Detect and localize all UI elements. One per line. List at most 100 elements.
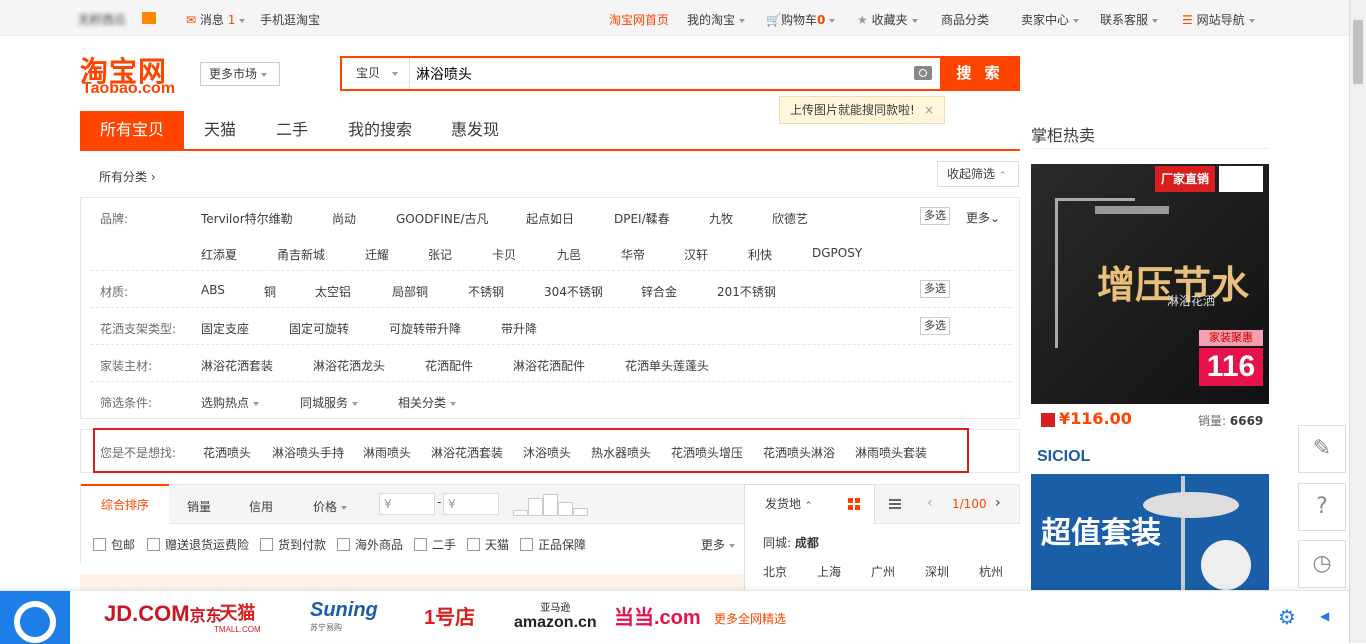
option-genuine[interactable]: 正品保障 [520,536,586,553]
local-service-dropdown[interactable]: 同城服务 [300,394,359,411]
related-category-dropdown[interactable]: 相关分类 [398,394,457,411]
amazon-link[interactable]: 亚马逊 amazon.cn [514,599,597,632]
option-tmall[interactable]: 天猫 [467,536,509,553]
same-city-row[interactable]: 同城: 成都 [763,534,819,551]
option-overseas[interactable]: 海外商品 [337,536,403,553]
city-option[interactable]: 北京 [763,563,787,580]
tmall-link[interactable]: 天猫 TMALL.COM [214,599,261,634]
customer-service-link[interactable]: 联系客服 [1100,11,1159,28]
filter-item[interactable]: 铜 [264,283,276,300]
tab-discover[interactable]: 惠发现 [442,111,508,149]
filter-item[interactable]: 淋浴花洒龙头 [313,357,385,374]
hot-picks-dropdown[interactable]: 选购热点 [201,394,260,411]
tab-secondhand[interactable]: 二手 [264,111,320,149]
suggestion-item[interactable]: 淋浴花洒套装 [431,444,503,461]
filter-item[interactable]: 淋浴花洒配件 [513,357,585,374]
yhd-link[interactable]: 1号店 [424,601,475,630]
tab-my-search[interactable]: 我的搜索 [340,111,420,149]
messages-link[interactable]: ✉ 消息 1 [186,11,246,28]
prev-page-icon[interactable]: ‹ [927,495,933,511]
history-clock-icon[interactable]: ◷ [1298,540,1346,588]
price-range-chart[interactable] [513,494,591,516]
mobile-taobao-link[interactable]: 手机逛淘宝 [260,11,320,28]
sort-default[interactable]: 综合排序 [81,484,169,525]
filter-item[interactable]: 欣德艺 [772,210,808,227]
settings-gear-icon[interactable]: ⚙ [1278,605,1296,629]
suggestion-item[interactable]: 花洒喷头 [203,444,251,461]
option-secondhand[interactable]: 二手 [414,536,456,553]
suning-link[interactable]: Suning 苏宁易购 [310,599,378,633]
filter-item[interactable]: 太空铝 [315,283,351,300]
price-max-input[interactable]: ¥ [443,493,499,515]
city-option[interactable]: 广州 [871,563,895,580]
filter-item[interactable]: 利快 [748,246,772,263]
assistant-logo-icon[interactable] [0,591,70,644]
more-selection-link[interactable]: 更多全网精选 [714,610,786,627]
ad-shower-image-2[interactable]: SICIOL 超值套装 [1031,444,1269,594]
filter-item[interactable]: 红添夏 [201,246,237,263]
filter-item[interactable]: DPEI/鞣春 [614,210,670,227]
username-link[interactable]: 无籽西瓜 [78,11,126,28]
city-option[interactable]: 杭州 [979,563,1003,580]
dangdang-link[interactable]: 当当.com [614,601,701,630]
filter-item[interactable]: 花洒配件 [425,357,473,374]
filter-item[interactable]: 可旋转带升降 [389,320,461,337]
jd-link[interactable]: JD.COM京东 [104,601,222,627]
price-min-input[interactable]: ¥ [379,493,435,515]
my-taobao-link[interactable]: 我的淘宝 [687,11,746,28]
city-option[interactable]: 深圳 [925,563,949,580]
sort-credit[interactable]: 信用 [249,498,273,515]
filter-item[interactable]: 201不锈钢 [717,283,776,300]
ad-shower-image[interactable]: 厂家直销 增压节水 淋浴花洒 家装聚惠 116 [1031,164,1269,404]
filter-item[interactable]: DGPOSY [812,246,862,260]
filter-item[interactable]: 局部铜 [392,283,428,300]
filter-item[interactable]: 甬吉新城 [277,246,325,263]
categories-link[interactable]: 商品分类 [941,11,989,28]
help-icon[interactable]: ? [1298,483,1346,531]
filter-item[interactable]: 汉轩 [684,246,708,263]
filter-item[interactable]: 九牧 [709,210,733,227]
all-categories-link[interactable]: 所有分类 › [99,168,156,185]
option-cod[interactable]: 货到付款 [260,536,326,553]
filter-item[interactable]: 固定可旋转 [289,320,349,337]
feedback-pencil-icon[interactable]: ✎ [1298,425,1346,473]
collapse-filter-button[interactable]: 收起筛选 ⌃ [937,161,1019,187]
suggestion-item[interactable]: 花洒喷头增压 [671,444,743,461]
option-return-insurance[interactable]: 赠送退货运费险 [147,536,249,553]
filter-item[interactable]: 张记 [428,246,452,263]
bracket-multi-select-button[interactable]: 多选 [920,317,950,335]
more-market-dropdown[interactable]: 更多市场 [200,62,280,86]
material-multi-select-button[interactable]: 多选 [920,280,950,298]
suggestion-item[interactable]: 淋雨喷头 [363,444,411,461]
option-free-shipping[interactable]: 包邮 [93,536,135,553]
search-input[interactable] [416,58,896,89]
favorites-link[interactable]: ★ 收藏夹 [857,11,918,28]
site-nav-link[interactable]: ☰ 网站导航 [1182,11,1255,28]
tab-all[interactable]: 所有宝贝 [80,111,184,149]
filter-item[interactable]: 304不锈钢 [544,283,603,300]
filter-item[interactable]: 固定支座 [201,320,249,337]
list-view-icon[interactable] [889,498,901,510]
grid-view-icon[interactable] [848,498,860,510]
suggestion-item[interactable]: 热水器喷头 [591,444,651,461]
sort-price[interactable]: 价格 [313,498,348,515]
collapse-arrow-icon[interactable]: ◀ [1320,609,1329,623]
filter-item[interactable]: 起点如日 [526,210,574,227]
city-option[interactable]: 上海 [817,563,841,580]
filter-item[interactable]: ABS [201,283,225,297]
suggestion-item[interactable]: 花洒喷头淋浴 [763,444,835,461]
search-type-select[interactable]: 宝贝 [342,58,410,89]
search-button[interactable]: 搜 索 [940,56,1020,91]
seller-center-link[interactable]: 卖家中心 [1021,11,1080,28]
suggestion-item[interactable]: 淋雨喷头套装 [855,444,927,461]
taobao-home-link[interactable]: 淘宝网首页 [609,11,669,28]
filter-item[interactable]: Tervilor特尔维勒 [201,210,293,227]
filter-item[interactable]: 淋浴花洒套装 [201,357,273,374]
filter-item[interactable]: 尚动 [332,210,356,227]
sort-sales[interactable]: 销量 [187,498,211,515]
suggestion-item[interactable]: 淋浴喷头手持 [272,444,344,461]
next-page-icon[interactable]: › [995,495,1001,511]
brand-more-button[interactable]: 更多⌄ [966,209,1000,226]
brand-multi-select-button[interactable]: 多选 [920,207,950,225]
filter-item[interactable]: 锌合金 [641,283,677,300]
